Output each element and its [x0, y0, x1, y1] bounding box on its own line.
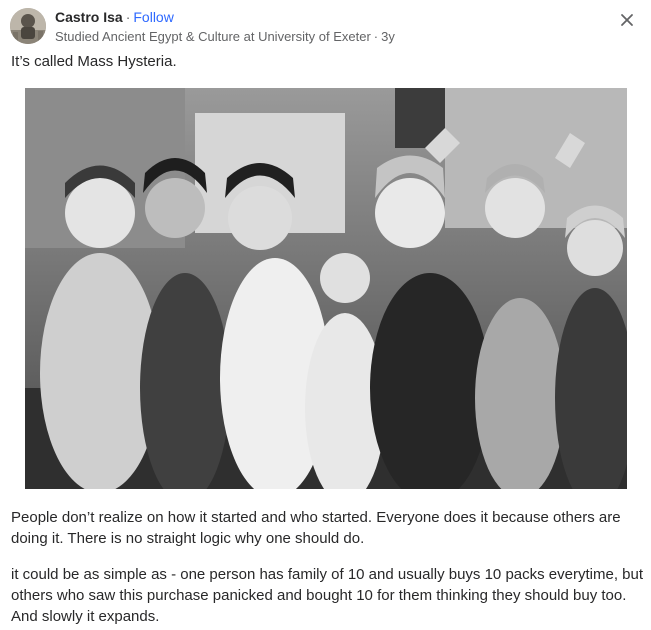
answer-paragraph-1: People don’t realize on how it started a…	[11, 509, 621, 547]
answer-paragraph-2: it could be as simple as - one person ha…	[11, 566, 643, 625]
answer-header: Castro Isa · Follow Studied Ancient Egypt …	[8, 6, 643, 46]
answer-intro: It’s called Mass Hysteria.	[11, 53, 177, 70]
user-avatar[interactable]	[10, 8, 46, 44]
separator-dot: ·	[125, 9, 131, 25]
answer-timestamp[interactable]: 3y	[381, 29, 395, 44]
follow-button[interactable]: Follow	[133, 9, 173, 25]
answer-image[interactable]	[25, 88, 627, 489]
crowd-photo-icon	[25, 88, 627, 489]
close-icon	[621, 14, 633, 26]
credential-line: Studied Ancient Egypt & Culture at Unive…	[55, 29, 395, 45]
author-line: Castro Isa · Follow	[55, 9, 174, 25]
close-button[interactable]	[617, 10, 637, 30]
author-credential[interactable]: Studied Ancient Egypt & Culture at Unive…	[55, 29, 371, 44]
avatar-photo-icon	[10, 8, 46, 44]
separator-dot: ·	[373, 29, 379, 44]
author-name[interactable]: Castro Isa	[55, 9, 123, 25]
